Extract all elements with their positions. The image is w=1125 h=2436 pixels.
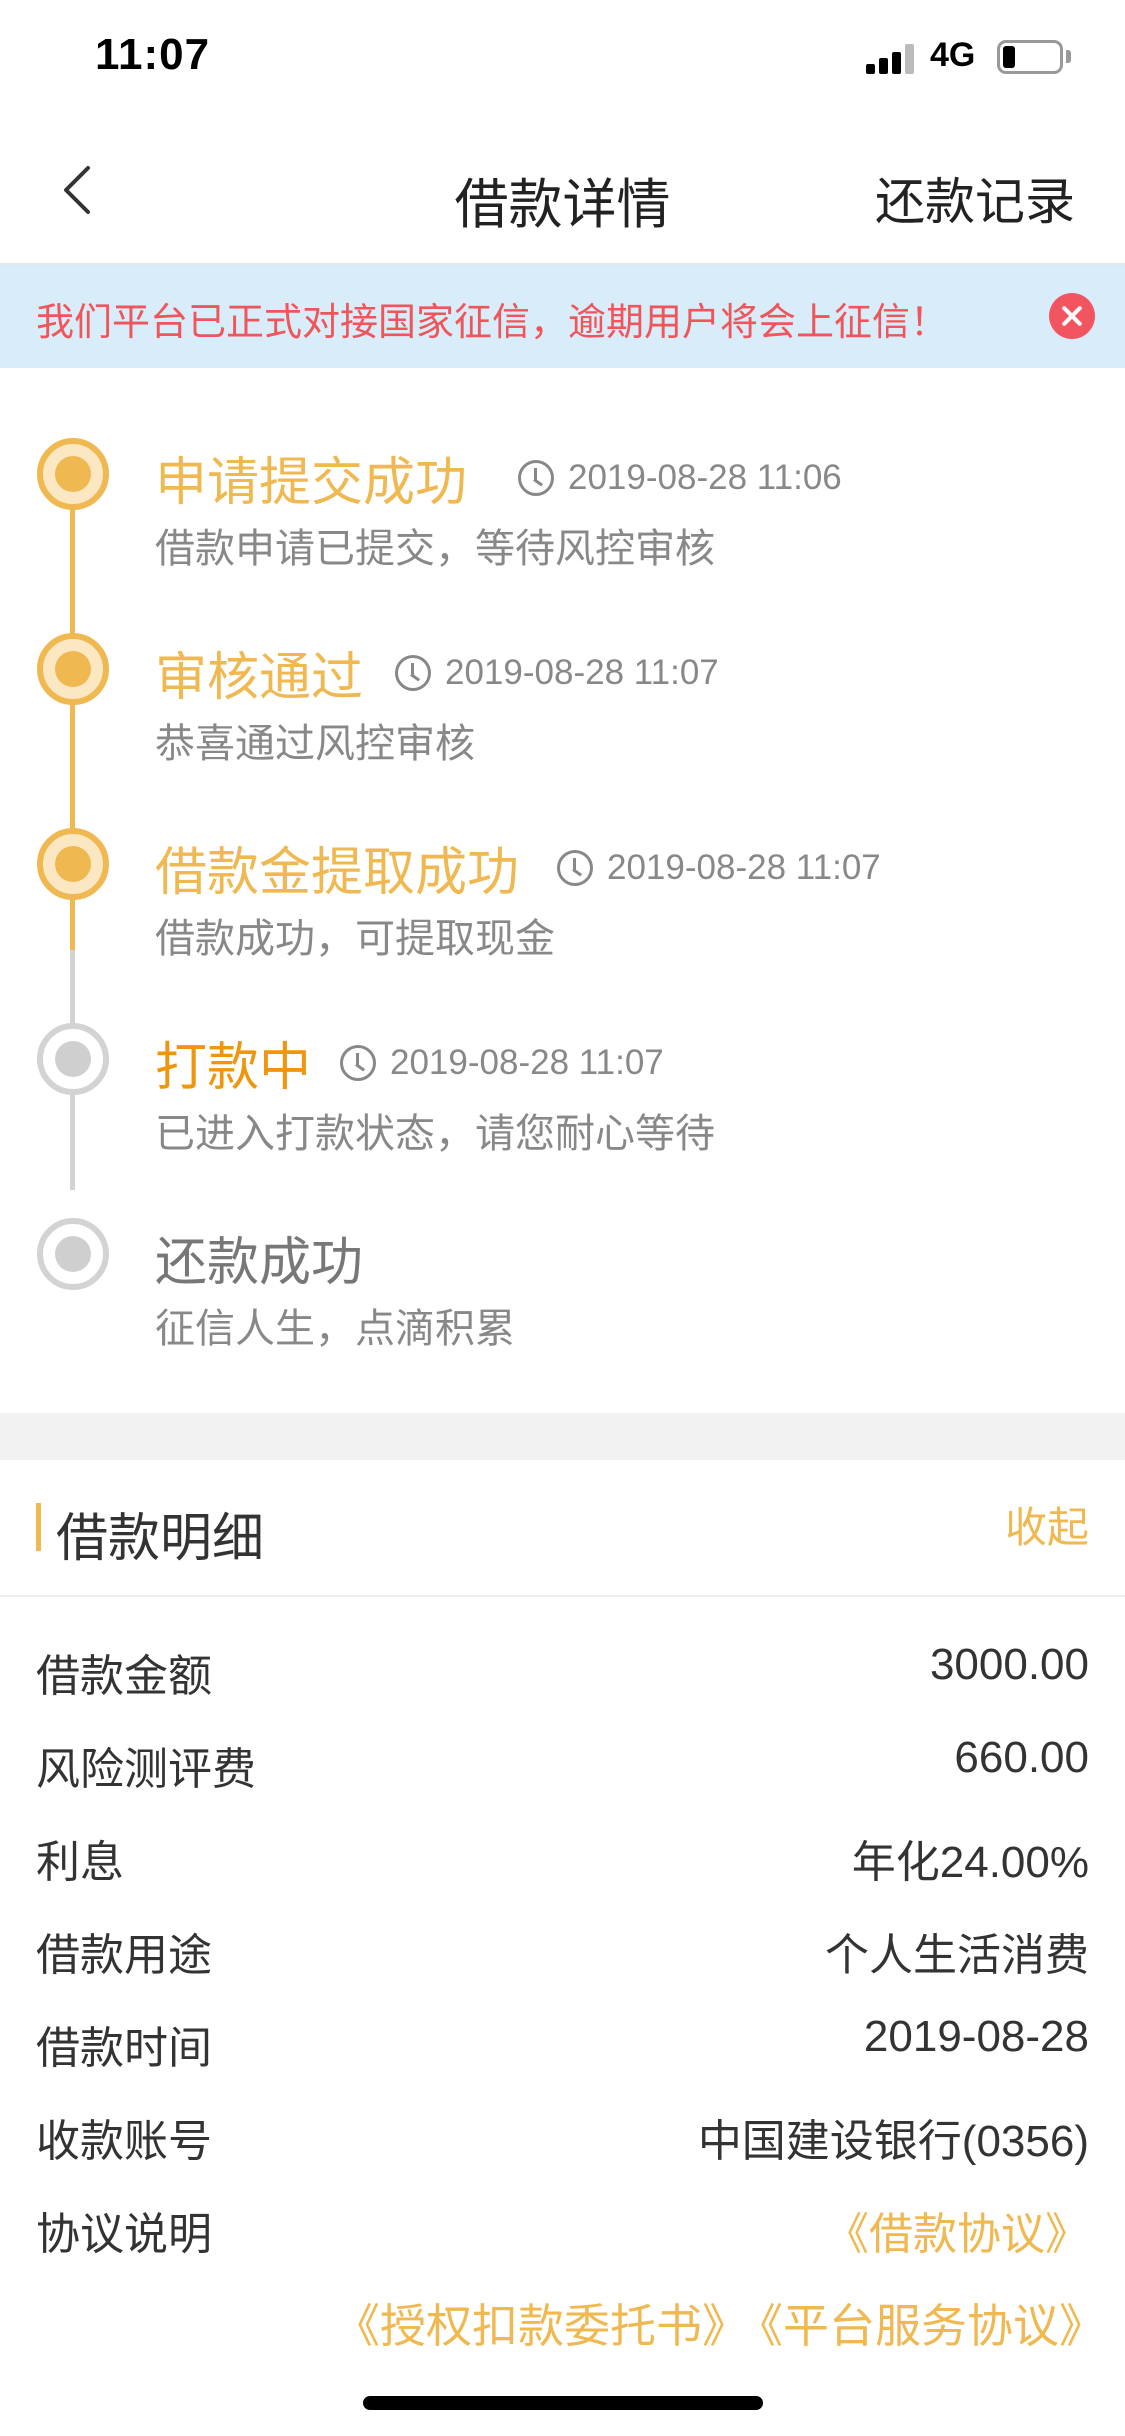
notice-text: 我们平台已正式对接国家征信，逾期用户将会上征信！ [36, 300, 949, 344]
collapse-button[interactable]: 收起 [1005, 1494, 1089, 1555]
step-time: 2019-08-28 11:07 [390, 1043, 664, 1082]
agreement-links: 《授权扣款委托书》 《平台服务协议》 [322, 2290, 1105, 2356]
authorization-agreement-link[interactable]: 《授权扣款委托书》 [334, 2299, 748, 2353]
section-title: 借款明细 [56, 1509, 265, 1569]
section-divider [0, 1413, 1125, 1460]
clock-icon [518, 460, 554, 496]
step-desc: 征信人生，点滴积累 [155, 1306, 515, 1352]
row-value: 年化24.00% [851, 1838, 1089, 1887]
detail-row-date: 借款时间 2019-08-28 [36, 2012, 1089, 2074]
step-desc: 借款申请已提交，等待风控审核 [155, 526, 715, 572]
row-label: 借款金额 [36, 1651, 212, 1702]
close-icon[interactable] [1049, 293, 1095, 339]
accent-bar [36, 1503, 41, 1551]
loan-details-header: 借款明细 收起 [0, 1460, 1125, 1597]
step-title: 还款成功 [155, 1233, 364, 1293]
step-title: 借款金提取成功 [155, 843, 520, 903]
battery-tip [1066, 50, 1071, 63]
step-title: 打款中 [155, 1038, 312, 1098]
platform-service-agreement-link[interactable]: 《平台服务协议》 [760, 2299, 1105, 2353]
row-label: 协议说明 [36, 2209, 212, 2260]
nav-bar: 借款详情 还款记录 [0, 120, 1125, 265]
row-label: 借款用途 [36, 1930, 212, 1981]
loan-agreement-link[interactable]: 《借款协议》 [825, 2198, 1089, 2262]
detail-row-agreement: 协议说明 《借款协议》 [36, 2198, 1089, 2260]
row-value: 个人生活消费 [825, 1931, 1089, 1980]
home-indicator [363, 2396, 763, 2410]
step-title: 申请提交成功 [155, 453, 468, 513]
credit-notice-banner: 我们平台已正式对接国家征信，逾期用户将会上征信！ [0, 265, 1125, 368]
detail-row-amount: 借款金额 3000.00 [36, 1640, 1089, 1702]
timeline-dot-pending [37, 1023, 109, 1095]
clock-icon [395, 655, 431, 691]
timeline-dot-done [37, 633, 109, 705]
row-label: 收款账号 [36, 2116, 212, 2167]
timeline-dot-done [37, 438, 109, 510]
detail-row-account: 收款账号 中国建设银行(0356) [36, 2105, 1089, 2167]
battery-icon [997, 40, 1063, 74]
timeline-dot-done [37, 828, 109, 900]
row-label: 利息 [36, 1837, 124, 1888]
step-time: 2019-08-28 11:07 [607, 848, 881, 887]
row-value: 2019-08-28 [863, 2012, 1089, 2061]
loan-progress-timeline: 申请提交成功 2019-08-28 11:06 借款申请已提交，等待风控审核 审… [0, 368, 1125, 1413]
row-value: 660.00 [954, 1733, 1089, 1782]
row-label: 借款时间 [36, 2023, 212, 2074]
row-label: 风险测评费 [36, 1744, 256, 1795]
signal-icon [866, 44, 918, 74]
loan-detail-page: 11:07 4G 借款详情 还款记录 我们平台已正式对接国家征信，逾期用户将会上… [0, 0, 1125, 2436]
detail-row-risk-fee: 风险测评费 660.00 [36, 1733, 1089, 1795]
detail-row-purpose: 借款用途 个人生活消费 [36, 1919, 1089, 1981]
step-desc: 恭喜通过风控审核 [155, 721, 475, 767]
row-value: 3000.00 [929, 1640, 1089, 1689]
timeline-dot-pending [37, 1218, 109, 1290]
clock-icon [557, 850, 593, 886]
step-desc: 借款成功，可提取现金 [155, 916, 555, 962]
row-value: 中国建设银行(0356) [697, 2117, 1089, 2166]
detail-row-interest: 利息 年化24.00% [36, 1826, 1089, 1888]
clock-icon [340, 1045, 376, 1081]
step-desc: 已进入打款状态，请您耐心等待 [155, 1111, 715, 1157]
repayment-record-link[interactable]: 还款记录 [875, 162, 1075, 234]
step-time: 2019-08-28 11:07 [445, 653, 719, 692]
step-time: 2019-08-28 11:06 [568, 458, 842, 497]
step-title: 审核通过 [155, 648, 364, 708]
status-time: 11:07 [95, 30, 211, 79]
status-bar: 11:07 4G [0, 0, 1125, 120]
network-label: 4G [930, 36, 976, 74]
